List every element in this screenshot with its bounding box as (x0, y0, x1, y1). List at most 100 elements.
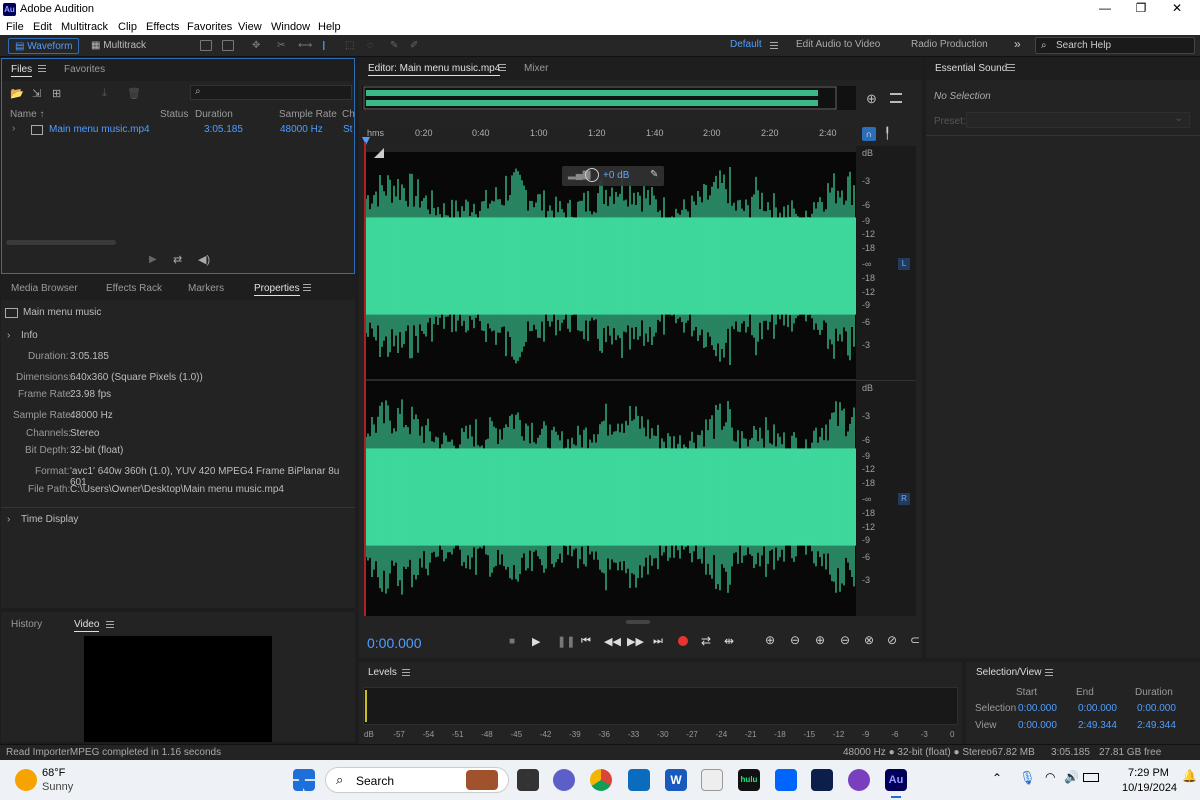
tab-files[interactable]: Files (11, 64, 33, 77)
levels-menu-icon[interactable] (402, 669, 410, 676)
notifications-bell-icon[interactable]: 🔔 (1182, 769, 1197, 783)
files-panel-menu-icon[interactable] (38, 65, 46, 72)
chat-icon[interactable] (553, 769, 575, 791)
zoom-out-amplitude-icon[interactable]: ⊖ (790, 633, 800, 647)
expand-chevron-icon[interactable]: › (7, 330, 10, 341)
menu-window[interactable]: Window (271, 21, 310, 33)
play-button[interactable]: ▶ (532, 635, 540, 648)
tab-mixer[interactable]: Mixer (524, 63, 548, 74)
spot-healing-icon[interactable]: ✐ (410, 38, 418, 54)
game-app-icon[interactable] (701, 769, 723, 791)
marker-pin-icon[interactable]: ╿ (884, 127, 891, 140)
loop-preview-icon[interactable]: ⇄ (173, 253, 182, 266)
tab-effects-rack[interactable]: Effects Rack (106, 283, 162, 294)
zoom-in-amplitude-icon[interactable]: ⊕ (765, 633, 775, 647)
menu-file[interactable]: File (6, 21, 24, 33)
selection-start[interactable]: 0:00.000 (1018, 703, 1057, 714)
zoom-in-time-icon[interactable]: ⊕ (815, 633, 825, 647)
multitrack-view-button[interactable]: ▦ Multitrack (91, 38, 146, 54)
paramount-icon[interactable] (775, 769, 797, 791)
pause-button[interactable]: ❚❚ (557, 635, 575, 648)
disney-plus-icon[interactable] (811, 769, 833, 791)
new-file-icon[interactable]: ⊞ (52, 87, 61, 100)
search-help-input[interactable]: ⌕ Search Help (1035, 37, 1195, 54)
go-to-end-button[interactable]: ⏭ (653, 635, 663, 648)
tab-video[interactable]: Video (74, 619, 100, 632)
essential-sound-menu-icon[interactable] (1007, 64, 1015, 71)
view-end[interactable]: 2:49.344 (1078, 720, 1117, 731)
column-sample-rate[interactable]: Sample Rate (279, 109, 337, 120)
workspace-menu-icon[interactable] (770, 42, 778, 49)
microphone-icon[interactable]: 🎙 (1019, 770, 1036, 786)
brush-tool-icon[interactable]: ✎ (390, 38, 398, 54)
github-desktop-icon[interactable] (848, 769, 870, 791)
chrome-icon[interactable] (590, 769, 612, 791)
slip-tool-icon[interactable]: ⟷ (298, 38, 312, 54)
file-row[interactable]: › Main menu music.mp4 3:05.185 48000 Hz … (2, 122, 354, 138)
tab-markers[interactable]: Markers (188, 283, 224, 294)
import-file-icon[interactable]: ⇲ (32, 87, 41, 100)
tab-favorites[interactable]: Favorites (64, 64, 105, 75)
selection-end[interactable]: 0:00.000 (1078, 703, 1117, 714)
minimize-button[interactable]: — (1090, 1, 1120, 15)
tab-media-browser[interactable]: Media Browser (11, 283, 78, 294)
tab-editor[interactable]: Editor: Main menu music.mp4 (368, 63, 501, 76)
view-duration[interactable]: 2:49.344 (1137, 720, 1176, 731)
loop-playback-button[interactable]: ⇄ (701, 634, 711, 648)
menu-clip[interactable]: Clip (118, 21, 137, 33)
go-to-start-button[interactable]: ⏮ (581, 635, 591, 648)
stop-button[interactable]: ■ (509, 636, 515, 647)
hud-gain-value[interactable]: +0 dB (603, 170, 629, 181)
zoom-selection-icon[interactable]: ⊘ (887, 633, 897, 647)
volume-icon[interactable]: 🔊 (1064, 770, 1079, 784)
pin-icon[interactable]: ✎ (650, 169, 658, 180)
spectral-display-icon[interactable] (200, 40, 212, 51)
zoom-out-time-icon[interactable]: ⊖ (840, 633, 850, 647)
channel-left-toggle[interactable]: L (898, 258, 910, 270)
column-status[interactable]: Status (160, 109, 188, 120)
files-search-input[interactable]: ⌕ (190, 85, 352, 100)
waveform-view-button[interactable]: ▤ Waveform (8, 38, 80, 54)
files-scrollbar[interactable] (6, 240, 116, 245)
weather-sun-icon[interactable] (15, 769, 37, 791)
properties-menu-icon[interactable] (303, 284, 311, 291)
chevron-up-icon[interactable]: ⌃ (992, 771, 1002, 785)
zoom-edge-icon[interactable]: ⊂ (910, 633, 920, 647)
current-time-display[interactable]: 0:00.000 (367, 635, 422, 651)
close-button[interactable]: ✕ (1162, 1, 1192, 15)
fast-forward-button[interactable]: ▶▶ (627, 635, 644, 648)
workspace-edit-audio-to-video[interactable]: Edit Audio to Video (796, 39, 880, 50)
move-tool-icon[interactable]: ✥ (252, 38, 260, 54)
expand-chevron-icon[interactable]: › (7, 514, 10, 525)
workspace-default[interactable]: Default (730, 39, 762, 50)
video-menu-icon[interactable] (106, 621, 114, 628)
zoom-out-full-icon[interactable]: ⊗ (864, 633, 874, 647)
razor-tool-icon[interactable]: ✂ (277, 38, 285, 54)
clock-time[interactable]: 7:29 PM (1128, 767, 1169, 779)
column-name[interactable]: Name ↑ (10, 109, 44, 120)
clock-date[interactable]: 10/19/2024 (1122, 782, 1177, 794)
more-workspaces-icon[interactable]: » (1014, 37, 1021, 51)
channel-right-toggle[interactable]: R (898, 493, 910, 505)
menu-edit[interactable]: Edit (33, 21, 52, 33)
zoom-navigator-icon[interactable]: ⊕ (866, 91, 877, 107)
menu-help[interactable]: Help (318, 21, 341, 33)
overview-waveform[interactable] (362, 86, 856, 110)
volume-knob-icon[interactable] (585, 168, 599, 182)
waveform-display[interactable] (366, 152, 856, 616)
column-channels[interactable]: Ch (342, 109, 355, 120)
selection-view-menu-icon[interactable] (1045, 669, 1053, 676)
workspace-radio-production[interactable]: Radio Production (911, 39, 988, 50)
hud-volume[interactable]: ▂▄▆ +0 dB ✎ (562, 166, 664, 186)
rewind-button[interactable]: ◀◀ (604, 635, 621, 648)
snap-icon[interactable]: ∩ (862, 127, 876, 141)
preset-dropdown[interactable]: ⌄ (966, 112, 1190, 128)
taskbar-search[interactable]: ⌕ Search (325, 767, 509, 793)
menu-view[interactable]: View (238, 21, 262, 33)
marquee-tool-icon[interactable]: ⬚ (345, 38, 354, 54)
essential-sound-title[interactable]: Essential Sound (935, 63, 1007, 75)
microsoft-store-icon[interactable] (628, 769, 650, 791)
column-duration[interactable]: Duration (195, 109, 233, 120)
view-start[interactable]: 0:00.000 (1018, 720, 1057, 731)
editor-settings-icon[interactable] (890, 93, 902, 103)
